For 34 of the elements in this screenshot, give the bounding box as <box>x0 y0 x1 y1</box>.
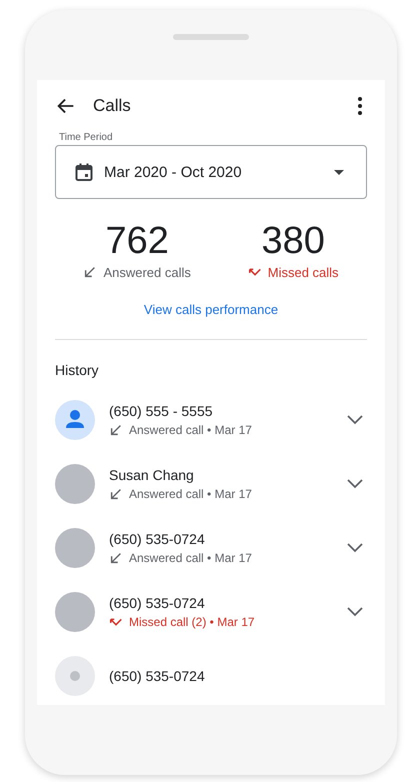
caller-name: (650) 555 - 5555 <box>109 402 214 419</box>
arrow-icon <box>83 265 98 280</box>
call-detail: Missed call (2) • Mar 17 <box>129 614 255 629</box>
caller-name: (650) 535-0724 <box>109 668 206 684</box>
calendar-icon <box>74 162 94 182</box>
expand-chevron-icon[interactable] <box>347 542 363 553</box>
more-options-icon[interactable] <box>357 96 363 116</box>
view-performance-link[interactable]: View calls performance <box>144 302 278 317</box>
arrow-icon <box>109 422 123 437</box>
call-detail: Answered call • Mar 17 <box>129 422 252 437</box>
stat-label: Answered calls <box>103 264 191 280</box>
section-heading: History <box>55 362 100 378</box>
caller-name: Susan Chang <box>109 466 195 483</box>
call-detail: Answered call • Mar 17 <box>129 550 252 565</box>
call-detail: Answered call • Mar 17 <box>129 486 252 501</box>
screen-title: Calls <box>93 96 132 116</box>
avatar-placeholder-icon <box>55 656 95 696</box>
expand-chevron-icon[interactable] <box>347 414 363 425</box>
expand-chevron-icon[interactable] <box>347 606 363 617</box>
photo-placeholder <box>55 464 95 504</box>
person-avatar-icon <box>55 400 95 440</box>
dropdown-caret-icon <box>334 170 344 174</box>
arrow-icon <box>109 486 123 501</box>
photo-placeholder <box>55 592 95 632</box>
arrow-icon <box>109 550 123 565</box>
expand-chevron-icon[interactable] <box>347 478 363 489</box>
stat-label: Missed calls <box>268 264 339 280</box>
call-count: 762 <box>105 221 169 263</box>
call-count: 380 <box>261 221 325 263</box>
photo-placeholder <box>55 528 95 568</box>
field-label: Time Period <box>59 132 114 143</box>
time-period-dropdown[interactable]: Mar 2020 - Oct 2020 <box>55 145 367 199</box>
caller-name: (650) 535-0724 <box>109 594 206 611</box>
caller-name: (650) 535-0724 <box>109 530 206 547</box>
